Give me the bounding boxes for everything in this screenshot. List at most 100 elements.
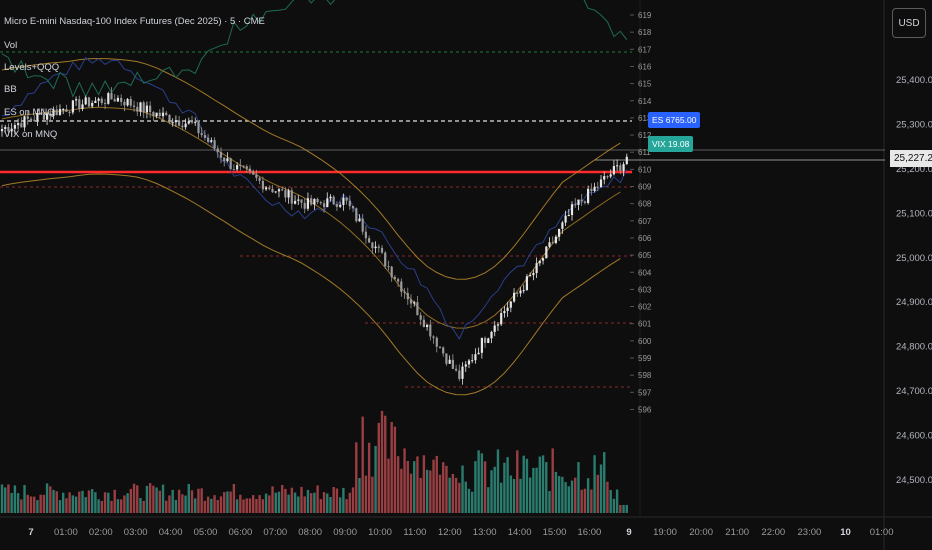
candle-body [319, 202, 322, 204]
candle-body [567, 215, 570, 216]
volume-bar [400, 468, 403, 513]
volume-bar [232, 484, 236, 513]
candle-body [123, 101, 126, 106]
candle-body [313, 198, 316, 205]
candle-body [467, 360, 471, 365]
candle-body [474, 354, 477, 361]
candle-body [451, 359, 454, 369]
candle-body [587, 188, 590, 203]
volume-bar [36, 500, 39, 513]
volume-bar [570, 480, 574, 513]
candle-body [487, 338, 490, 343]
candle-body [187, 121, 190, 124]
candle-body [110, 93, 113, 100]
qqq-axis-label: 600 [638, 337, 652, 346]
volume-bar [148, 483, 152, 513]
volume-bar [213, 495, 216, 513]
candle-body [132, 105, 136, 107]
time-axis-label: 07:00 [263, 527, 287, 538]
currency-button[interactable]: USD [892, 8, 926, 38]
candle-body [554, 236, 557, 243]
volume-bar [145, 485, 149, 513]
volume-bar [45, 483, 49, 513]
candle-body [171, 122, 174, 124]
volume-bar [506, 457, 509, 513]
volume-bar [110, 500, 113, 513]
volume-bar [593, 455, 596, 513]
time-axis-label: 12:00 [438, 527, 462, 538]
candle-body [139, 102, 142, 112]
candle-body [377, 246, 380, 248]
candle-body [580, 199, 583, 202]
candle-body [300, 199, 303, 203]
legend-item-bb[interactable]: BB [4, 84, 17, 95]
candle-body [493, 325, 496, 332]
volume-bar [252, 495, 255, 513]
time-axis-label: 11:00 [403, 527, 426, 538]
candle-body [403, 291, 406, 293]
candle-body [384, 252, 387, 267]
qqq-axis-label: 618 [638, 28, 652, 37]
candle-body [129, 99, 132, 106]
volume-bar [586, 478, 590, 513]
volume-bar [338, 497, 342, 513]
legend-item-levels[interactable]: Levels+QQQ [4, 62, 59, 73]
candle-body [558, 228, 561, 237]
volume-bar [274, 492, 277, 513]
volume-bar [316, 485, 319, 513]
qqq-axis-label: 619 [638, 11, 652, 20]
candle-body [29, 118, 33, 120]
volume-bar [503, 462, 506, 513]
candle-body [242, 165, 245, 167]
volume-bar [438, 474, 442, 513]
time-axis-label: 23:00 [798, 527, 822, 538]
candle-body [168, 114, 171, 123]
volume-bar [277, 491, 281, 513]
candle-body [306, 198, 309, 209]
volume-bar [622, 505, 625, 513]
qqq-axis-label: 610 [638, 165, 652, 174]
qqq-axis-label: 608 [638, 200, 652, 209]
legend-item-es[interactable]: ES on MNQ [4, 107, 55, 118]
candle-body [471, 360, 474, 362]
candle-body [519, 290, 522, 294]
qqq-axis-label: 607 [638, 217, 652, 226]
time-axis-label: 06:00 [229, 527, 253, 538]
volume-bar [548, 491, 551, 513]
volume-bar [567, 486, 571, 513]
candle-body [71, 100, 74, 113]
volume-bar [81, 490, 84, 513]
candle-body [419, 315, 422, 320]
price-axis-label: 24,800.00 [896, 342, 932, 353]
candle-body [612, 166, 615, 175]
volume-bar [332, 487, 335, 513]
candle-body [529, 275, 532, 277]
volume-bar [416, 456, 419, 513]
volume-bar [78, 491, 81, 513]
time-axis-label: 20:00 [689, 527, 713, 538]
volume-bar [287, 494, 290, 513]
legend-item-vol[interactable]: Vol [4, 40, 17, 51]
volume-bar [58, 500, 62, 513]
candle-body [281, 189, 284, 191]
legend-item-vix[interactable]: VIX on MNQ [4, 129, 57, 140]
time-axis-label: 10:00 [368, 527, 392, 538]
volume-bar [419, 477, 422, 513]
volume-bar [187, 483, 190, 513]
candle-body [97, 98, 100, 101]
time-axis-label: 9 [626, 527, 631, 538]
candle-body [136, 106, 139, 112]
candle-body [358, 218, 361, 222]
qqq-axis-label: 606 [638, 234, 652, 243]
price-chart[interactable]: 25,400.0025,300.0025,200.0025,100.0025,0… [0, 0, 932, 550]
volume-bar [116, 499, 120, 513]
candle-body [274, 191, 277, 193]
volume-bar [23, 485, 26, 513]
candle-body [78, 99, 81, 109]
candle-body [348, 200, 351, 207]
price-axis-label: 24,600.00 [896, 431, 932, 442]
volume-bar [319, 499, 323, 513]
candle-body [284, 190, 287, 198]
qqq-axis-label: 609 [638, 183, 652, 192]
candle-body [609, 174, 612, 177]
